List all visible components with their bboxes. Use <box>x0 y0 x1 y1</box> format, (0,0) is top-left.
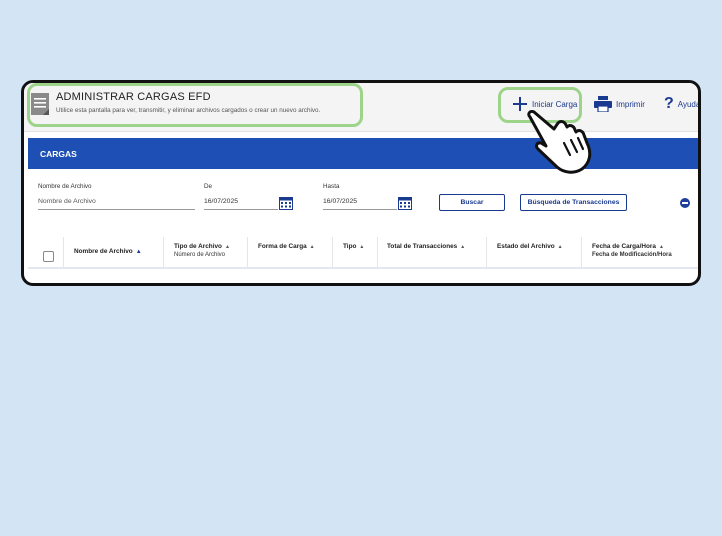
imprimir-label: Imprimir <box>616 99 645 109</box>
column-tipo-label: Tipo <box>343 243 357 250</box>
app-window: ADMINISTRAR CARGAS EFD Utilice esta pant… <box>21 80 701 286</box>
column-forma-carga-label: Forma de Carga <box>258 243 307 250</box>
nombre-input[interactable]: Nombre de Archivo <box>38 198 195 210</box>
printer-icon <box>594 96 612 112</box>
column-nombre-label: Nombre de Archivo <box>74 248 133 255</box>
de-label: De <box>204 183 213 190</box>
calendar-icon[interactable] <box>279 197 293 210</box>
sort-up-icon: ▲ <box>359 244 365 250</box>
sort-up-icon: ▲ <box>460 244 466 250</box>
select-all-checkbox[interactable] <box>43 251 54 262</box>
column-fecha-label: Fecha de Carga/Hora <box>592 243 656 250</box>
column-tipo-archivo[interactable]: Tipo de Archivo ▲ Número de Archivo <box>164 237 248 267</box>
sort-up-icon: ▲ <box>224 244 230 250</box>
nombre-label: Nombre de Archivo <box>38 183 92 190</box>
column-numero-archivo-label: Número de Archivo <box>174 252 226 258</box>
column-fecha-modificacion-label: Fecha de Modificación/Hora <box>592 252 672 258</box>
collapse-icon[interactable] <box>680 198 690 208</box>
title-highlight <box>27 83 363 127</box>
column-estado[interactable]: Estado del Archivo ▲ <box>487 237 582 267</box>
section-bar: CARGAS <box>28 138 698 169</box>
select-all-column <box>28 237 64 267</box>
calendar-icon[interactable] <box>398 197 412 210</box>
question-icon: ? <box>664 95 674 112</box>
ayuda-button[interactable]: ? Ayuda <box>664 95 701 113</box>
pointing-hand-icon <box>527 110 592 174</box>
sort-up-icon: ▲ <box>557 244 563 250</box>
column-nombre[interactable]: Nombre de Archivo ▲ <box>64 237 164 267</box>
page-header: ADMINISTRAR CARGAS EFD Utilice esta pant… <box>24 83 698 132</box>
sort-up-icon: ▲ <box>658 244 664 250</box>
busqueda-transacciones-button[interactable]: Búsqueda de Transacciones <box>520 194 627 211</box>
imprimir-button[interactable]: Imprimir <box>594 96 645 112</box>
de-date-input[interactable]: 16/07/2025 <box>204 198 278 210</box>
sort-up-icon: ▲ <box>135 249 142 255</box>
column-forma-carga[interactable]: Forma de Carga ▲ <box>248 237 333 267</box>
column-estado-label: Estado del Archivo <box>497 243 555 250</box>
hasta-label: Hasta <box>323 183 340 190</box>
column-tipo[interactable]: Tipo ▲ <box>333 237 378 267</box>
column-fecha[interactable]: Fecha de Carga/Hora ▲ Fecha de Modificaci… <box>582 237 698 267</box>
column-total-transacciones[interactable]: Total de Transacciones ▲ <box>378 237 487 267</box>
ayuda-label: Ayuda <box>677 99 701 109</box>
buscar-button[interactable]: Buscar <box>439 194 505 211</box>
sort-up-icon: ▲ <box>309 244 315 250</box>
hasta-date-input[interactable]: 16/07/2025 <box>323 198 397 210</box>
column-total-label: Total de Transacciones <box>387 243 458 250</box>
section-title: CARGAS <box>40 148 77 159</box>
column-tipo-archivo-label: Tipo de Archivo <box>174 243 222 250</box>
table-header: Nombre de Archivo ▲ Tipo de Archivo ▲ Núme… <box>28 237 698 269</box>
